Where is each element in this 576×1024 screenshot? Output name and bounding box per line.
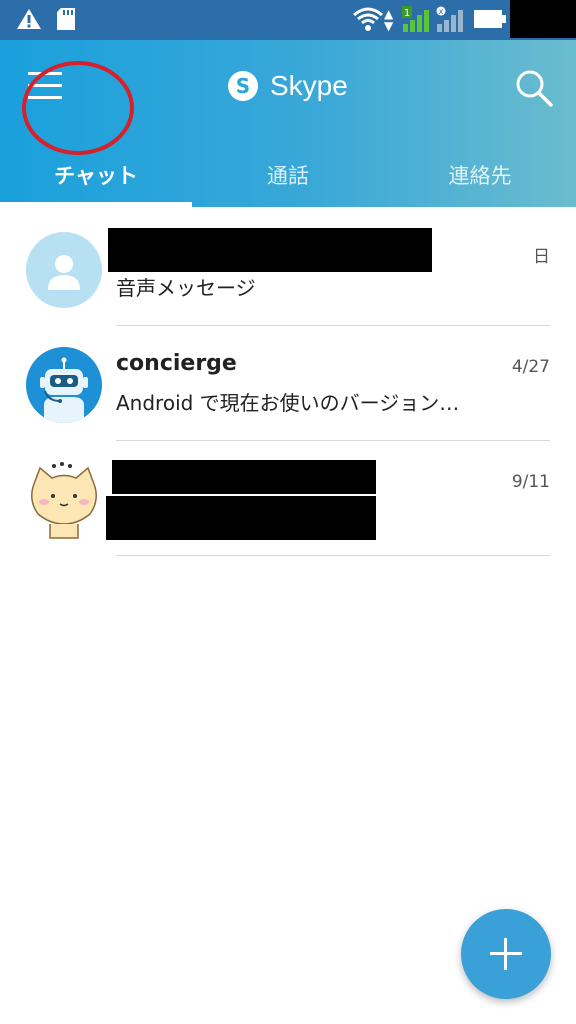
highlight-circle — [22, 61, 134, 155]
warning-icon — [17, 9, 41, 29]
chat-date: 日 — [533, 247, 550, 267]
active-tab-indicator — [0, 202, 192, 207]
search-icon[interactable] — [514, 68, 554, 108]
redacted-preview — [106, 496, 376, 540]
hamburger-menu-icon[interactable] — [22, 61, 134, 155]
redacted-area — [510, 0, 576, 38]
battery-icon — [474, 10, 506, 28]
app-header: S Skype チャット 通話 連絡先 — [0, 40, 576, 207]
signal-sim2-icon: x — [436, 6, 463, 32]
chat-name: concierge — [116, 351, 237, 376]
svg-text:x: x — [439, 7, 444, 16]
default-person-icon — [26, 232, 102, 308]
divider — [116, 555, 550, 556]
divider — [116, 440, 550, 441]
chat-list-item[interactable]: 日 音声メッセージ — [0, 212, 576, 326]
chat-date: 9/11 — [511, 472, 550, 492]
new-chat-button[interactable] — [461, 909, 551, 999]
data-activity-icon: ▲ ▼ — [384, 7, 394, 33]
redacted-name — [112, 460, 376, 494]
wifi-icon — [353, 7, 383, 31]
tab-calls[interactable]: 通話 — [192, 146, 384, 204]
chat-date: 4/27 — [511, 357, 550, 377]
app-brand: S Skype — [228, 66, 348, 106]
tab-bar: チャット 通話 連絡先 — [0, 146, 576, 207]
cat-sticker-icon — [26, 460, 102, 539]
sd-card-icon — [57, 8, 75, 30]
tab-contacts[interactable]: 連絡先 — [384, 146, 576, 204]
chat-list-item[interactable]: 9/11 — [0, 442, 576, 556]
svg-text:1: 1 — [404, 8, 410, 19]
chat-preview: Android で現在お使いのバージョン… — [116, 391, 460, 415]
app-title: Skype — [270, 70, 348, 101]
status-bar: ▲ ▼ 1 x — [0, 0, 576, 40]
redacted-name — [108, 228, 432, 272]
signal-sim1-icon: 1 — [402, 6, 429, 32]
skype-logo-icon: S — [228, 71, 258, 101]
chat-list-item[interactable]: concierge 4/27 Android で現在お使いのバージョン… — [0, 327, 576, 441]
tab-chat[interactable]: チャット — [0, 146, 192, 204]
chat-preview: 音声メッセージ — [116, 276, 256, 300]
robot-icon — [26, 347, 102, 423]
divider — [116, 325, 550, 326]
